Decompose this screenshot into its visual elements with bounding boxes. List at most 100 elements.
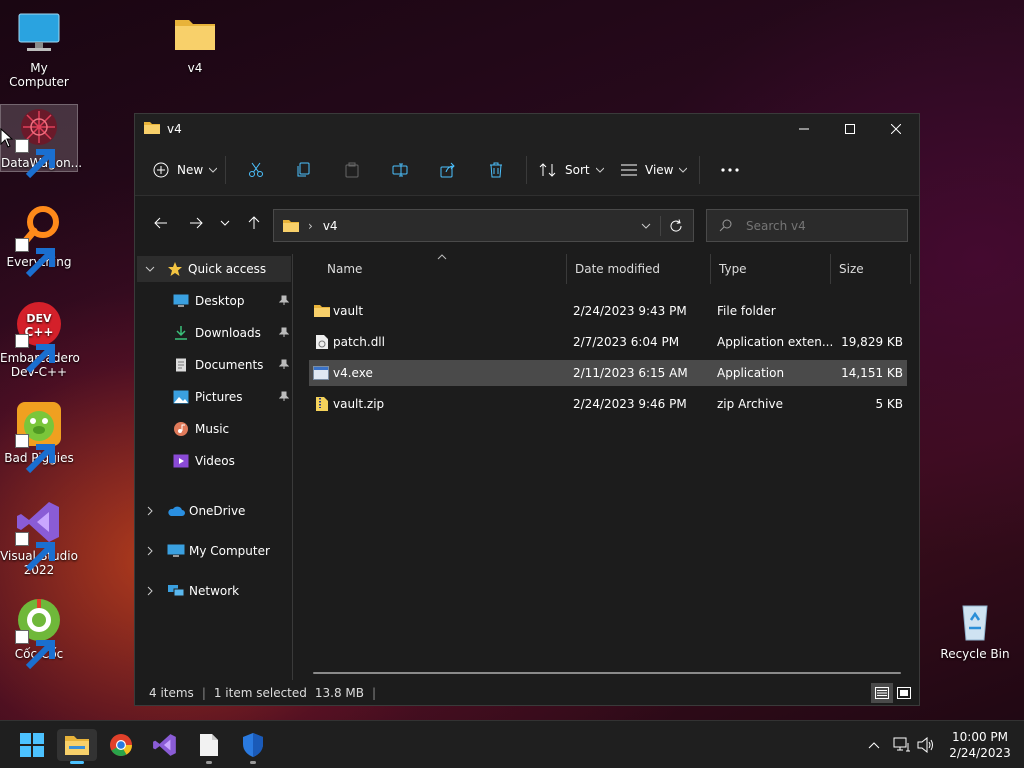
recycle-bin-icon (951, 596, 999, 644)
column-header-date[interactable]: Date modified (567, 254, 711, 284)
chevron-right-icon[interactable] (147, 546, 153, 556)
details-view-button[interactable] (871, 683, 893, 703)
desktop-icon-recycle-bin[interactable]: Recycle Bin (936, 596, 1014, 661)
taskbar-file-explorer[interactable] (57, 729, 97, 764)
new-button[interactable]: New (153, 154, 219, 186)
window-title: v4 (167, 122, 182, 136)
monitor-icon (167, 544, 185, 557)
nav-my-computer[interactable]: My Computer (137, 538, 291, 564)
rename-button[interactable] (376, 154, 424, 186)
up-button[interactable] (238, 207, 270, 239)
nav-onedrive[interactable]: OneDrive (137, 498, 291, 524)
taskbar: 10:00 PM 2/24/2023 (0, 720, 1024, 768)
volume-button[interactable] (914, 729, 938, 761)
close-button[interactable] (873, 114, 919, 144)
cut-button[interactable] (232, 154, 280, 186)
tiles-view-button[interactable] (893, 683, 915, 703)
desktop-icon-everything[interactable]: Everything (0, 204, 78, 278)
download-icon (175, 326, 187, 340)
nav-quick-access[interactable]: Quick access (137, 256, 291, 282)
file-row[interactable]: vault.zip 2/24/2023 9:46 PM zip Archive … (309, 391, 907, 417)
pin-icon[interactable] (278, 390, 290, 404)
search-box[interactable] (706, 209, 908, 242)
folder-icon (314, 305, 330, 317)
desktop-icon-devcpp[interactable]: DEV C++ Embarcadero Dev-C++ (0, 300, 80, 379)
nav-label: Documents (195, 358, 264, 372)
file-row[interactable]: vault 2/24/2023 9:43 PM File folder (309, 298, 907, 324)
pin-icon[interactable] (278, 358, 290, 372)
nav-documents[interactable]: Documents (173, 352, 290, 378)
minimize-button[interactable] (781, 114, 827, 144)
file-row-selected[interactable]: v4.exe 2/11/2023 6:15 AM Application 14,… (309, 360, 907, 386)
horizontal-scrollbar[interactable] (313, 672, 901, 674)
nav-videos[interactable]: Videos (173, 448, 289, 474)
desktop-icon-coc-coc[interactable]: Cốc Cốc (0, 596, 78, 670)
details-view-icon (875, 687, 889, 699)
maximize-button[interactable] (827, 114, 873, 144)
desktop-icon-bad-piggies[interactable]: Bad Piggies (0, 400, 78, 474)
nav-downloads[interactable]: Downloads (173, 320, 290, 346)
monitor-icon (15, 10, 63, 58)
column-header-size[interactable]: Size (831, 254, 911, 284)
delete-button[interactable] (472, 154, 520, 186)
desktop-icon-my-computer[interactable]: My Computer (0, 10, 78, 89)
back-button[interactable] (145, 207, 177, 239)
document-icon (176, 358, 186, 372)
pin-icon[interactable] (278, 294, 290, 308)
view-button[interactable]: View (611, 154, 693, 186)
copy-button[interactable] (280, 154, 328, 186)
nav-pictures[interactable]: Pictures (173, 384, 290, 410)
breadcrumb-v4[interactable]: v4 (323, 219, 338, 233)
chevron-down-icon[interactable] (145, 266, 155, 272)
title-bar[interactable]: v4 (135, 114, 919, 144)
status-bar: 4 items | 1 item selected 13.8 MB | (135, 681, 919, 705)
star-icon (168, 262, 182, 276)
sort-button[interactable]: Sort (533, 154, 611, 186)
shortcut-arrow-icon (15, 139, 55, 179)
running-indicator (206, 761, 212, 764)
nav-network[interactable]: Network (137, 578, 291, 604)
divider: | (372, 686, 377, 700)
show-hidden-icons-button[interactable] (862, 729, 886, 761)
exe-file-icon (313, 366, 329, 380)
item-count: 4 items (149, 686, 194, 700)
sort-icon (539, 162, 556, 177)
network-status-button[interactable] (890, 729, 914, 761)
clock[interactable]: 10:00 PM 2/24/2023 (944, 729, 1016, 761)
column-header-name[interactable]: Name (319, 254, 567, 284)
nav-music[interactable]: Music (173, 416, 289, 442)
taskbar-notepad[interactable] (189, 729, 229, 764)
shortcut-arrow-icon (15, 532, 55, 572)
taskbar-chrome[interactable] (101, 729, 141, 761)
music-icon (174, 422, 188, 436)
new-label: New (177, 162, 204, 177)
start-button[interactable] (12, 729, 52, 761)
file-row[interactable]: patch.dll 2/7/2023 6:04 PM Application e… (309, 329, 907, 355)
taskbar-visual-studio[interactable] (145, 729, 185, 761)
desktop-icon-v4-folder[interactable]: v4 (156, 10, 234, 75)
search-input[interactable] (746, 218, 896, 233)
chevron-right-icon[interactable] (147, 506, 153, 516)
column-header-type[interactable]: Type (711, 254, 831, 284)
desktop-icon-visual-studio[interactable]: Visual Studio 2022 (0, 498, 78, 577)
nav-label: Desktop (195, 294, 245, 308)
pin-icon[interactable] (278, 326, 290, 340)
mouse-cursor-icon (0, 128, 14, 148)
share-button[interactable] (424, 154, 472, 186)
forward-button[interactable] (180, 207, 212, 239)
recent-locations-button[interactable] (212, 207, 238, 239)
chevron-down-icon[interactable] (641, 223, 651, 229)
nav-label: Network (189, 584, 240, 598)
selection-size: 13.8 MB (314, 686, 365, 700)
folder-icon (143, 121, 161, 138)
file-name: patch.dll (333, 335, 385, 349)
refresh-icon[interactable] (669, 219, 683, 233)
chevron-right-icon[interactable] (147, 586, 153, 596)
address-bar[interactable]: › v4 (273, 209, 694, 242)
search-icon (719, 219, 732, 232)
taskbar-windows-security[interactable] (233, 729, 273, 764)
more-options-button[interactable] (706, 154, 754, 186)
nav-desktop[interactable]: Desktop (173, 288, 290, 314)
paste-button[interactable] (328, 154, 376, 186)
visual-studio-icon (153, 734, 176, 756)
